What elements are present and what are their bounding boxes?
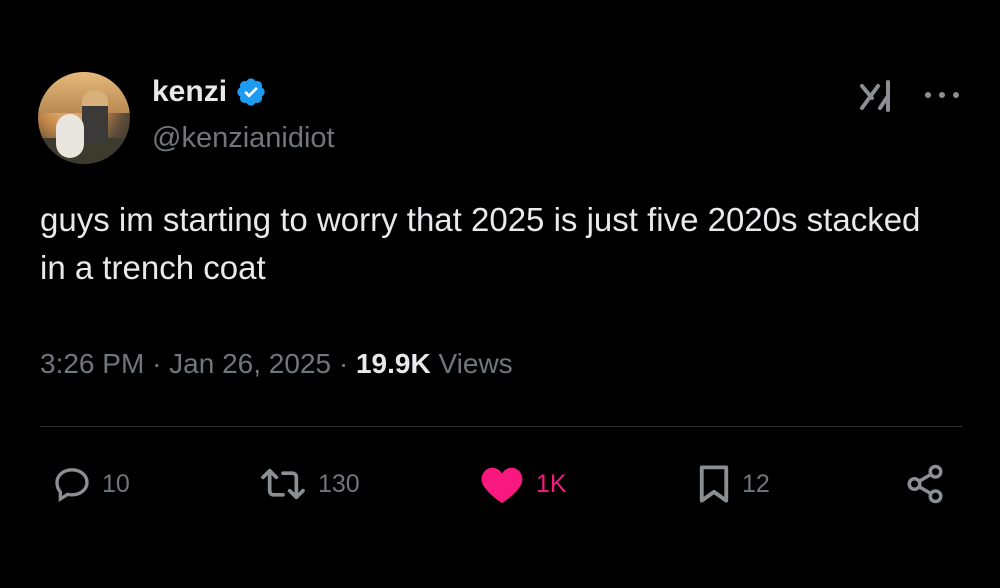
author-name-row[interactable]: kenzi [152, 74, 267, 110]
like-button[interactable]: 1K [478, 462, 567, 506]
share-button[interactable] [904, 462, 946, 506]
tweet-text: guys im starting to worry that 2025 is j… [40, 201, 921, 286]
divider [40, 426, 962, 427]
author-handle[interactable]: @kenzianidiot [152, 120, 335, 156]
tweet-time[interactable]: 3:26 PM [40, 348, 144, 379]
bookmark-button[interactable]: 12 [696, 462, 770, 506]
bookmark-count: 12 [742, 469, 770, 498]
bookmark-icon [699, 465, 729, 503]
meta-separator: · [338, 348, 349, 379]
retweet-button[interactable]: 130 [258, 462, 360, 506]
retweet-count: 130 [318, 469, 360, 498]
avatar[interactable] [38, 72, 130, 164]
like-count: 1K [536, 469, 567, 498]
reply-icon [55, 468, 89, 503]
heart-icon [481, 467, 523, 504]
retweet-icon [261, 468, 305, 500]
share-icon [907, 464, 943, 504]
tweet-meta: 3:26 PM · Jan 26, 2025 · 19.9K Views [40, 344, 513, 384]
views-count[interactable]: 19.9K [356, 348, 431, 379]
display-name[interactable]: kenzi [152, 74, 227, 110]
tweet-date[interactable]: Jan 26, 2025 [169, 348, 331, 379]
views-label: Views [438, 348, 513, 379]
reply-button[interactable]: 10 [52, 462, 130, 506]
reply-count: 10 [102, 469, 130, 498]
grok-icon[interactable] [858, 78, 898, 114]
verified-badge-icon [237, 78, 265, 106]
avatar-dog [56, 114, 84, 158]
avatar-person [82, 90, 108, 144]
more-icon[interactable] [920, 80, 964, 110]
meta-separator: · [152, 348, 162, 379]
